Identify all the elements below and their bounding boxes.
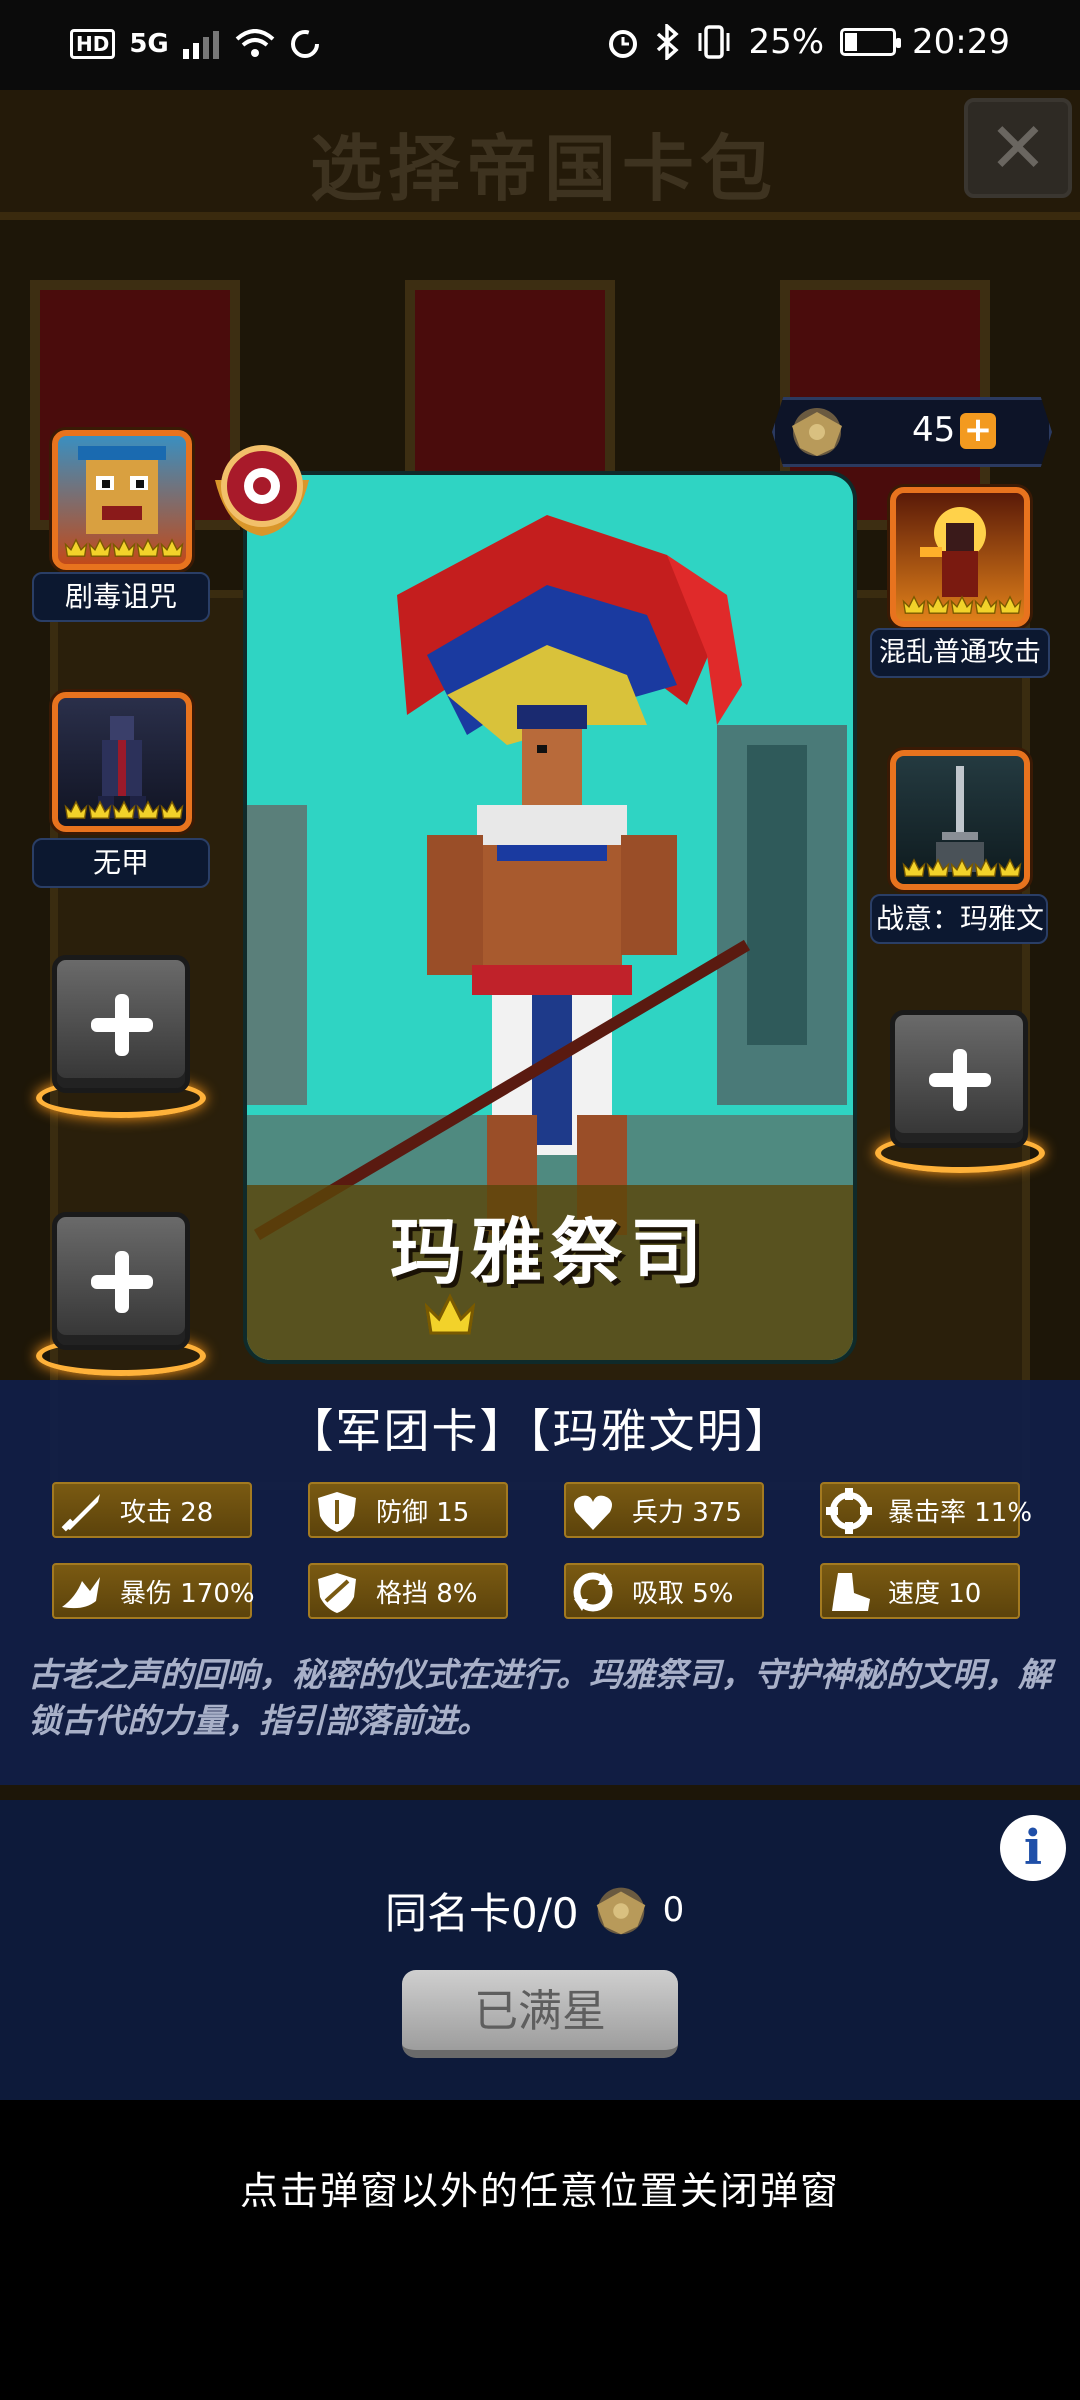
background-header: 选择帝国卡包 ✕ [0, 90, 1080, 220]
stat-sword: 攻击 28 [52, 1482, 252, 1538]
crown-star-icon [950, 595, 974, 615]
duplicate-cards-row: 同名卡0/0 0 [385, 1876, 684, 1944]
eagle-emblem-icon [792, 408, 842, 456]
clock: 20:29 [912, 22, 1010, 62]
drain-icon [568, 1567, 618, 1617]
crown-star-icon [88, 800, 112, 820]
crown-star-icon [425, 1293, 527, 1337]
stat-value: 暴伤 170% [120, 1579, 255, 1609]
info-icon[interactable]: i [1000, 1815, 1066, 1881]
stat-drain: 吸取 5% [564, 1563, 764, 1619]
add-skill-slot[interactable] [52, 1212, 190, 1350]
stat-value: 防御 15 [376, 1498, 470, 1528]
crown-star-icon [902, 858, 926, 878]
hero-card: 玛雅祭司 [247, 475, 853, 1360]
boot-icon [824, 1567, 874, 1617]
stat-shield: 防御 15 [308, 1482, 508, 1538]
sword-icon [56, 1486, 106, 1536]
crown-star-icon [425, 1293, 683, 1337]
crown-star-icon [136, 538, 160, 558]
skill-label: 混乱普通攻击 [870, 628, 1050, 678]
crown-star-icon [64, 800, 88, 820]
crosshair-icon [824, 1486, 874, 1536]
sync-icon [290, 30, 319, 58]
skill-battle-spirit[interactable] [890, 750, 1030, 890]
stat-value: 兵力 375 [632, 1498, 742, 1528]
hd-indicator: HD [70, 29, 116, 59]
vibrate-icon [698, 25, 730, 59]
battery-percent: 25% [748, 22, 825, 62]
stat-value: 速度 10 [888, 1579, 982, 1609]
crown-star-icon [425, 1293, 579, 1337]
card-name: 玛雅祭司 [389, 1210, 710, 1294]
crown-star-icon [425, 1293, 631, 1337]
skill-label: 剧毒诅咒 [32, 572, 210, 622]
signal-icon [182, 31, 219, 59]
duplicate-card-label: 同名卡0/0 [385, 1888, 579, 1938]
skill-stars [64, 538, 184, 560]
eagle-emblem-icon [596, 1887, 645, 1935]
battery-icon [840, 28, 902, 56]
crown-star-icon [160, 538, 184, 558]
resource-count: 45 [912, 410, 956, 450]
stat-crosshair: 暴击率 11% [820, 1482, 1032, 1538]
shield-icon [312, 1486, 362, 1536]
crown-star-icon [88, 538, 112, 558]
bluetooth-icon [657, 24, 680, 60]
add-skill-slot[interactable] [890, 1010, 1028, 1148]
add-skill-slot[interactable] [52, 955, 190, 1093]
skill-stars [902, 858, 1022, 880]
burst-icon [56, 1567, 106, 1617]
skill-no-armor[interactable] [52, 692, 192, 832]
crown-star-icon [160, 800, 184, 820]
crown-star-icon [998, 595, 1022, 615]
crown-star-icon [136, 800, 160, 820]
full-star-button[interactable]: 已满星 [402, 1970, 678, 2058]
crown-star-icon [902, 595, 926, 615]
stat-boot: 速度 10 [820, 1563, 1020, 1619]
network-label: 5G [129, 29, 169, 59]
crown-star-icon [974, 858, 998, 878]
crown-star-icon [926, 595, 950, 615]
card-description: 古老之声的回响，秘密的仪式在进行。玛雅祭司，守护神秘的文明，解锁古代的力量，指引… [28, 1655, 1051, 1740]
stat-value: 攻击 28 [120, 1498, 214, 1528]
duplicate-card-count: 0 [662, 1890, 685, 1930]
status-bar: HD 5G 25% 20:29 [0, 0, 1080, 90]
card-stars [425, 1293, 683, 1337]
card-tags: 【军团卡】【玛雅文明】 [287, 1404, 793, 1458]
wifi-icon [235, 29, 275, 57]
skill-label: 无甲 [32, 838, 210, 888]
crown-star-icon [974, 595, 998, 615]
crown-star-icon [926, 858, 950, 878]
dismiss-hint: 点击弹窗以外的任意位置关闭弹窗 [239, 2169, 840, 2213]
add-resource-button[interactable]: + [960, 413, 996, 449]
crown-star-icon [950, 858, 974, 878]
skill-stars [902, 595, 1022, 617]
block-shield-icon [312, 1567, 362, 1617]
stat-value: 暴击率 11% [888, 1498, 1033, 1528]
skill-poison-curse[interactable] [52, 430, 192, 570]
stat-block-shield: 格挡 8% [308, 1563, 508, 1619]
heart-icon [568, 1486, 618, 1536]
background-title: 选择帝国卡包 [310, 127, 779, 211]
stat-value: 吸取 5% [632, 1579, 734, 1609]
close-icon[interactable]: ✕ [964, 98, 1072, 198]
rank-badge-icon [215, 445, 309, 536]
crown-star-icon [112, 538, 136, 558]
skill-label: 战意：玛雅文 [870, 894, 1048, 944]
stat-burst: 暴伤 170% [52, 1563, 255, 1619]
alarm-icon [609, 30, 638, 58]
crown-star-icon [112, 800, 136, 820]
stat-value: 格挡 8% [376, 1579, 478, 1609]
crown-star-icon [998, 858, 1022, 878]
stat-heart: 兵力 375 [564, 1482, 764, 1538]
skill-chaos-attack[interactable] [890, 487, 1030, 627]
skill-stars [64, 800, 184, 822]
crown-star-icon [64, 538, 88, 558]
